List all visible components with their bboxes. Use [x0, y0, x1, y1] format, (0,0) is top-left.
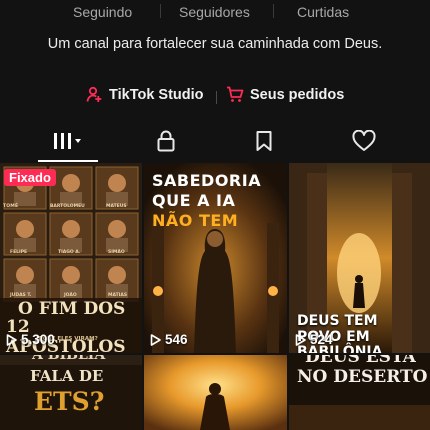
sunset-cover-art	[144, 355, 287, 430]
stats-divider	[160, 4, 161, 18]
tiktok-studio-button[interactable]: TikTok Studio	[86, 86, 204, 103]
stats-divider	[273, 4, 274, 18]
likes-label: Curtidas	[297, 4, 350, 20]
portrait-name: SIMÃO	[108, 250, 125, 255]
cover-title: DEUS ESTÁ	[305, 355, 416, 367]
cover-title: A BÍBLIA	[32, 355, 106, 363]
pinned-badge: Fixado	[4, 169, 56, 186]
studio-label: TikTok Studio	[109, 86, 204, 103]
view-count-value: 5.300	[21, 332, 55, 347]
profile-tabs	[0, 122, 430, 162]
tab-private[interactable]	[136, 122, 196, 160]
cover-title: FALA DE	[30, 367, 104, 385]
video-thumbnail[interactable]: A BÍBLIA FALA DE ETS?	[0, 355, 142, 430]
profile-stats: Seguindo Seguidores Curtidas	[0, 0, 430, 26]
profile-bio: Um canal para fortalecer sua caminhada c…	[47, 36, 383, 52]
cover-title: SABEDORIA	[152, 171, 262, 190]
cover-title: QUE A IA	[152, 191, 236, 210]
links-divider	[216, 91, 217, 104]
heart-icon	[352, 130, 376, 151]
view-count: 546	[150, 332, 188, 347]
view-count-value: 524	[310, 332, 333, 347]
tab-videos[interactable]	[38, 122, 98, 162]
cover-title: ETS?	[34, 387, 105, 416]
followers-label[interactable]: Seguidores	[179, 4, 250, 20]
orders-button[interactable]: Seus pedidos	[226, 86, 344, 103]
active-tab-indicator	[38, 160, 98, 162]
portrait-name: TIAGO A.	[58, 250, 81, 255]
portrait-name: FELIPE	[10, 250, 28, 255]
play-icon	[6, 333, 17, 346]
grid-icon	[54, 133, 81, 149]
play-icon	[150, 333, 161, 346]
portrait-name: JUDAS T.	[10, 293, 32, 298]
video-thumbnail[interactable]	[144, 355, 287, 430]
cover-title: NO DESERTO	[297, 367, 428, 387]
portrait-name: MATEUS	[106, 204, 127, 209]
studio-person-icon	[86, 86, 102, 102]
orders-label: Seus pedidos	[250, 86, 345, 103]
portrait-name: BARTOLOMEU	[50, 204, 85, 209]
portrait-name: TOMÉ	[3, 204, 19, 209]
tab-liked[interactable]	[334, 122, 394, 160]
portrait-name: JOÃO	[64, 293, 77, 298]
play-icon	[295, 333, 306, 346]
video-thumbnail[interactable]: TOMÉ BARTOLOMEU MATEUS FELIPE TIAGO A. S…	[0, 163, 142, 353]
portrait-name: MATIAS	[108, 293, 128, 298]
cart-icon	[227, 86, 244, 102]
cover-title: O FIM DOS	[18, 299, 126, 319]
cover-title: NÃO TEM	[152, 211, 239, 230]
cover-title: DEUS TEM	[297, 313, 378, 329]
bookmark-icon	[256, 131, 272, 151]
lock-icon	[157, 130, 175, 152]
video-thumbnail[interactable]: SABEDORIA QUE A IA NÃO TEM 546	[144, 163, 287, 353]
view-count: 524	[295, 332, 333, 347]
following-label[interactable]: Seguindo	[73, 4, 132, 20]
view-count: 5.300	[6, 332, 55, 347]
profile-links: TikTok Studio Seus pedidos	[0, 86, 430, 108]
tab-saved[interactable]	[234, 122, 294, 160]
video-thumbnail[interactable]: DEUS ESTÁ NO DESERTO	[289, 355, 430, 430]
video-thumbnail[interactable]: DEUS TEM POVO EM BABILÔNIA 524	[289, 163, 430, 353]
video-grid: TOMÉ BARTOLOMEU MATEUS FELIPE TIAGO A. S…	[0, 163, 430, 430]
view-count-value: 546	[165, 332, 188, 347]
